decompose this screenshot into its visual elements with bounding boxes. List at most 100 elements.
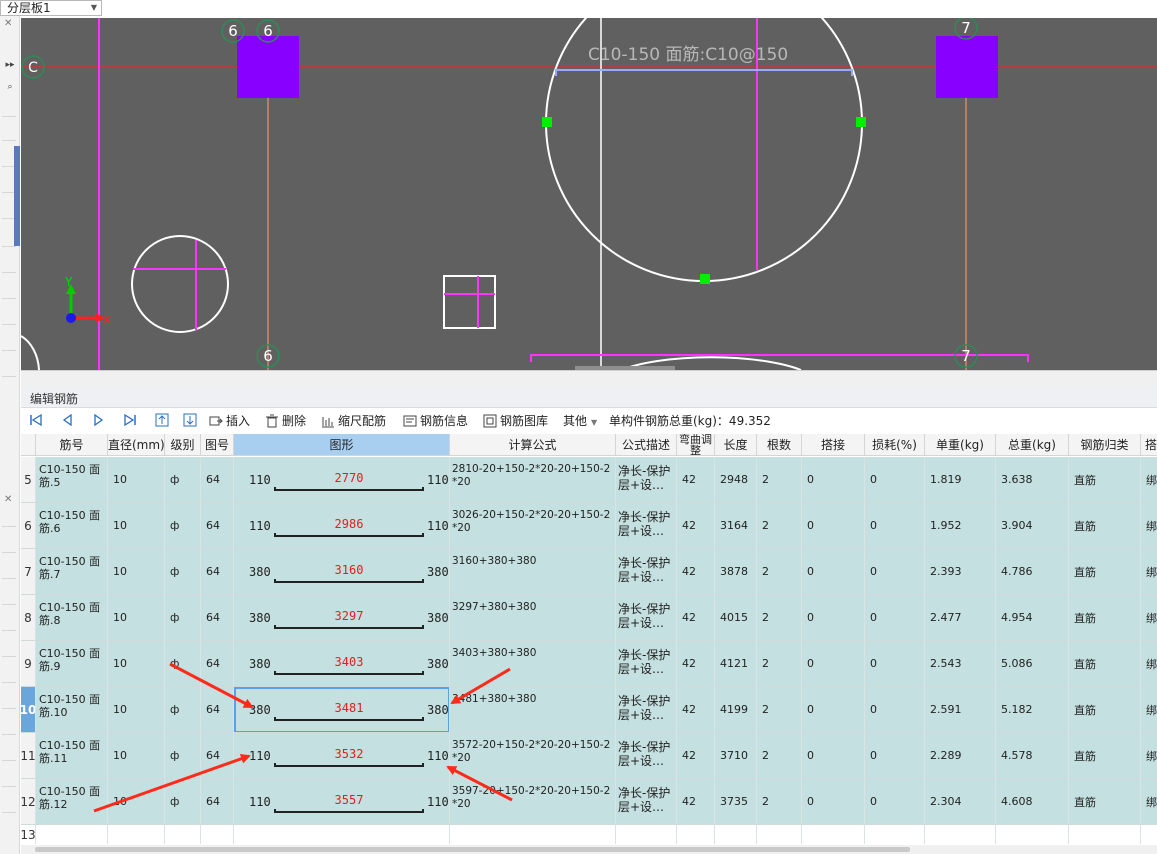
previous-record-icon[interactable] (61, 413, 75, 427)
cell-desc[interactable]: 净长-保护层+设… (616, 641, 677, 687)
delete-button[interactable]: 删除 (265, 411, 306, 431)
col-header-shape[interactable]: 图形 (234, 434, 450, 456)
cell-shape[interactable]: 110 2770 110 (234, 457, 450, 503)
empty-cell[interactable] (36, 825, 108, 844)
shape-left-leg[interactable]: 110 (249, 519, 271, 533)
empty-cell[interactable] (1141, 825, 1157, 844)
empty-cell[interactable] (715, 825, 757, 844)
col-header-lap[interactable]: 搭接 (802, 434, 865, 456)
cell-bend[interactable]: 42 (677, 779, 715, 825)
table-row[interactable]: 10C10-150 面筋.1010ф6438034813803481+380+3… (21, 687, 1157, 733)
cell-bend[interactable]: 42 (677, 641, 715, 687)
shape-right-leg[interactable]: 380 (427, 611, 449, 625)
cell-formula[interactable]: 3597-20+150-2*20-20+150-2*20 (450, 779, 616, 825)
cell-desc[interactable]: 净长-保护层+设… (616, 687, 677, 733)
shape-left-leg[interactable]: 380 (249, 703, 271, 717)
cell-category[interactable]: 直筋 (1069, 733, 1141, 779)
cell-name[interactable]: C10-150 面筋.9 (36, 641, 108, 687)
cell-last[interactable]: 绑 (1141, 687, 1157, 733)
cell-bend[interactable]: 42 (677, 503, 715, 549)
shape-main-length[interactable]: 3532 (274, 747, 424, 761)
cell-desc[interactable]: 净长-保护层+设… (616, 779, 677, 825)
cell-category[interactable]: 直筋 (1069, 595, 1141, 641)
cell-length[interactable]: 4121 (715, 641, 757, 687)
cell-count[interactable]: 2 (757, 457, 802, 503)
cell-unit-w[interactable]: 2.304 (925, 779, 996, 825)
cell-diameter[interactable]: 10 (108, 733, 165, 779)
col-header-fig-no[interactable]: 图号 (201, 434, 234, 456)
empty-cell[interactable] (234, 825, 450, 844)
cell-formula[interactable]: 3160+380+380 (450, 549, 616, 595)
col-header-bend[interactable]: 弯曲调整 (677, 434, 715, 456)
shape-left-leg[interactable]: 380 (249, 565, 271, 579)
cell-name[interactable]: C10-150 面筋.11 (36, 733, 108, 779)
rebar-shape-preview[interactable]: 110 3557 110 (234, 779, 449, 824)
cell-unit-w[interactable]: 1.819 (925, 457, 996, 503)
empty-cell[interactable] (165, 825, 201, 844)
col-header-diameter[interactable]: 直径(mm) (108, 434, 165, 456)
col-header-formula[interactable]: 计算公式 (450, 434, 616, 456)
cell-last[interactable]: 绑 (1141, 733, 1157, 779)
table-row[interactable]: 8 C10-150 面筋.8 10 ф 64 380 3297 380 3297+380+380… (21, 595, 1157, 641)
cell-length[interactable]: 2948 (715, 457, 757, 503)
rebar-shape-preview[interactable]: 380 3297 380 (234, 595, 449, 640)
shape-right-leg[interactable]: 380 (427, 657, 449, 671)
empty-cell[interactable] (677, 825, 715, 844)
cell-grade[interactable]: ф (165, 595, 201, 641)
row-number[interactable]: 13 (21, 825, 36, 844)
last-record-icon[interactable] (123, 413, 137, 427)
cell-bend[interactable]: 42 (677, 687, 715, 733)
table-row[interactable]: 7 C10-150 面筋.7 10 ф 64 380 3160 380 3160+380+380… (21, 549, 1157, 595)
cell-last[interactable]: 绑 (1141, 549, 1157, 595)
rebar-info-button[interactable]: 钢筋信息 (403, 411, 468, 431)
cell-category[interactable]: 直筋 (1069, 687, 1141, 733)
cell-loss[interactable]: 0 (865, 733, 925, 779)
cell-fig-no[interactable]: 64 (201, 549, 234, 595)
cell-last[interactable]: 绑 (1141, 457, 1157, 503)
cell-loss[interactable]: 0 (865, 503, 925, 549)
table-row[interactable]: 5 C10-150 面筋.5 10 ф 64 110 2770 110 2810-20+150-… (21, 457, 1157, 503)
cell-length[interactable]: 4015 (715, 595, 757, 641)
cell-shape[interactable]: 110 3532 110 (234, 733, 450, 779)
cell-unit-w[interactable]: 2.393 (925, 549, 996, 595)
cell-loss[interactable]: 0 (865, 595, 925, 641)
cell-unit-w[interactable]: 2.289 (925, 733, 996, 779)
col-header-desc[interactable]: 公式描述 (616, 434, 677, 456)
cell-last[interactable]: 绑 (1141, 779, 1157, 825)
cell-loss[interactable]: 0 (865, 687, 925, 733)
cell-grade[interactable]: ф (165, 779, 201, 825)
cell-shape[interactable]: 380 3481 380 (234, 687, 450, 733)
shape-main-length[interactable]: 3297 (274, 609, 424, 623)
rebar-shape-preview[interactable]: 380 3160 380 (234, 549, 449, 594)
cell-diameter[interactable]: 10 (108, 779, 165, 825)
cell-name[interactable]: C10-150 面筋.8 (36, 595, 108, 641)
cell-fig-no[interactable]: 64 (201, 733, 234, 779)
rebar-library-button[interactable]: 钢筋图库 (483, 411, 548, 431)
shape-right-leg[interactable]: 110 (427, 795, 449, 809)
cell-diameter[interactable]: 10 (108, 687, 165, 733)
cell-lap[interactable]: 0 (802, 595, 865, 641)
shape-left-leg[interactable]: 380 (249, 657, 271, 671)
table-horizontal-scrollbar[interactable] (21, 845, 1157, 854)
cell-total-w[interactable]: 3.638 (996, 457, 1069, 503)
row-number[interactable]: 5 (21, 457, 36, 503)
cell-total-w[interactable]: 4.608 (996, 779, 1069, 825)
shape-main-length[interactable]: 3403 (274, 655, 424, 669)
col-header-overflow[interactable]: 搭 (1141, 434, 1157, 456)
cell-lap[interactable]: 0 (802, 641, 865, 687)
scrollbar-thumb[interactable] (35, 847, 910, 852)
cell-name[interactable]: C10-150 面筋.7 (36, 549, 108, 595)
cell-lap[interactable]: 0 (802, 457, 865, 503)
cell-fig-no[interactable]: 64 (201, 779, 234, 825)
cell-lap[interactable]: 0 (802, 549, 865, 595)
cell-category[interactable]: 直筋 (1069, 779, 1141, 825)
shape-right-leg[interactable]: 380 (427, 703, 449, 717)
row-number[interactable]: 12 (21, 779, 36, 825)
col-header-count[interactable]: 根数 (757, 434, 802, 456)
cell-count[interactable]: 2 (757, 779, 802, 825)
cell-total-w[interactable]: 5.182 (996, 687, 1069, 733)
cell-last[interactable]: 绑 (1141, 595, 1157, 641)
col-header-unit-weight[interactable]: 单重(kg) (925, 434, 996, 456)
row-number[interactable]: 11 (21, 733, 36, 779)
first-record-icon[interactable] (29, 413, 43, 427)
